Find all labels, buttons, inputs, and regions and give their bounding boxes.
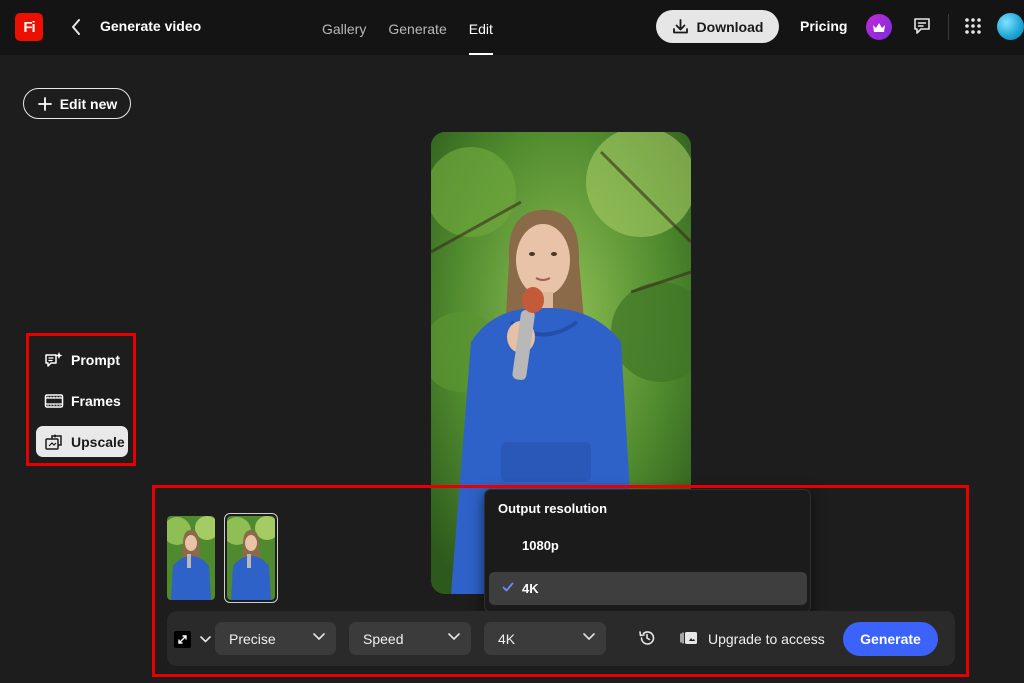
avatar[interactable] [997, 13, 1024, 40]
chevron-down-icon [583, 633, 595, 641]
output-resolution-menu: Output resolution 1080p 4K [484, 489, 811, 613]
option-label: 4K [522, 581, 539, 596]
plus-icon [37, 96, 52, 111]
upgrade-media-icon [680, 631, 698, 645]
mode-frames[interactable]: Frames [36, 385, 128, 416]
chevron-down-icon [200, 635, 211, 643]
option-1080p[interactable]: 1080p [489, 529, 807, 562]
history-icon[interactable] [638, 629, 656, 647]
resolution-value: 4K [498, 630, 516, 647]
crown-icon[interactable] [866, 14, 892, 40]
header-divider [948, 14, 949, 40]
download-label: Download [696, 18, 764, 35]
checkmark-icon [502, 582, 514, 592]
frame-thumbnail-selected[interactable] [227, 516, 275, 600]
aspect-ratio-select[interactable] [168, 623, 216, 655]
pricing-link[interactable]: Pricing [800, 18, 847, 34]
nav-tabs: Gallery Generate Edit [322, 21, 515, 55]
tab-edit[interactable]: Edit [468, 21, 493, 55]
mode-frames-label: Frames [71, 392, 121, 409]
tab-generate[interactable]: Generate [388, 21, 446, 55]
chevron-down-icon [448, 633, 460, 641]
mode-upscale-label: Upscale [71, 433, 125, 450]
film-frames-icon [44, 393, 64, 408]
mode-upscale[interactable]: Upscale [36, 426, 128, 457]
mode-panel: Prompt Frames Upscale [26, 333, 136, 466]
upgrade-to-access-link[interactable]: Upgrade to access [708, 631, 825, 647]
tab-gallery[interactable]: Gallery [322, 21, 366, 55]
apps-grid-icon[interactable] [964, 17, 982, 35]
download-button[interactable]: Download [656, 10, 779, 43]
back-button[interactable] [66, 15, 86, 39]
firefly-logo[interactable]: Fi [15, 13, 43, 41]
option-4k[interactable]: 4K [489, 572, 807, 605]
edit-new-label: Edit new [59, 95, 118, 112]
option-label: 1080p [522, 538, 559, 553]
aspect-ratio-icon [174, 630, 191, 648]
top-bar: Fi Generate video Gallery Generate Edit … [0, 0, 1024, 55]
quality-mode-value: Precise [229, 630, 276, 647]
upscale-icon [45, 433, 62, 450]
resolution-select[interactable]: 4K [484, 622, 606, 655]
menu-title: Output resolution [498, 501, 608, 516]
chat-icon[interactable] [912, 16, 932, 36]
speed-value: Speed [363, 630, 404, 647]
speed-select[interactable]: Speed [349, 622, 471, 655]
frame-thumbnail[interactable] [167, 516, 215, 600]
download-icon [672, 19, 688, 34]
mode-prompt-label: Prompt [71, 351, 120, 368]
generate-button[interactable]: Generate [843, 622, 938, 656]
page-title: Generate video [100, 18, 202, 34]
chevron-left-icon [72, 19, 80, 35]
mode-prompt[interactable]: Prompt [36, 344, 128, 375]
edit-new-button[interactable]: Edit new [23, 88, 131, 119]
chevron-down-icon [313, 633, 325, 641]
quality-mode-select[interactable]: Precise [215, 622, 336, 655]
prompt-sparkle-icon [45, 351, 63, 367]
